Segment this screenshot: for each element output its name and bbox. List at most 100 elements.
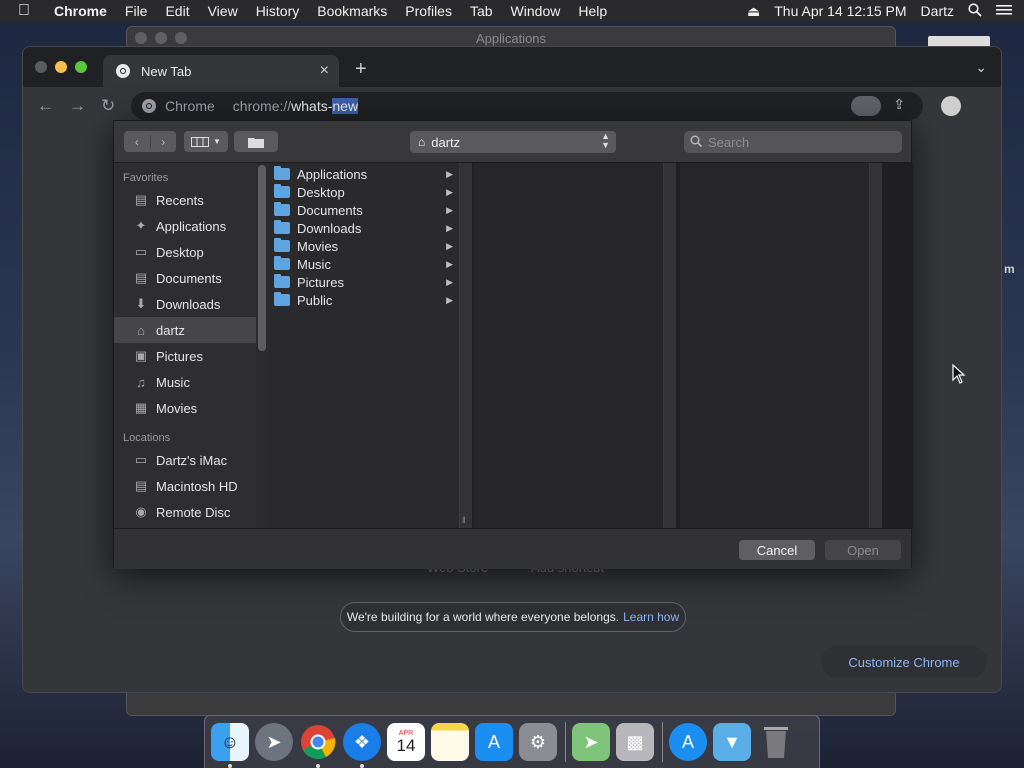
sidebar-item-documents[interactable]: ▤ Documents xyxy=(114,265,256,291)
app-store-icon[interactable]: A xyxy=(475,723,513,761)
maximize-window-button[interactable] xyxy=(75,61,87,73)
calendar-icon[interactable]: APR 14 xyxy=(387,723,425,761)
tab-strip: New Tab × + ⌄ xyxy=(23,47,1001,87)
sidebar-item-label: Remote Disc xyxy=(156,504,231,520)
sidebar-item-remote-disc[interactable]: ◉ Remote Disc xyxy=(114,499,256,525)
sidebar-item-music[interactable]: ♫ Music xyxy=(114,369,256,395)
new-folder-button[interactable] xyxy=(234,131,278,152)
sidebar-item-imac[interactable]: ▭ Dartz's iMac xyxy=(114,447,256,473)
dock: ☺ ➤ ❖ APR 14 A ⚙ ➤ ▩ A ▼ xyxy=(204,715,820,768)
sidebar-item-recents[interactable]: ▤ Recents xyxy=(114,187,256,213)
sidebar-item-applications[interactable]: ✦ Applications xyxy=(114,213,256,239)
column-resize-handle[interactable] xyxy=(870,163,882,528)
chrome-site-icon xyxy=(142,99,156,113)
spotlight-icon[interactable] xyxy=(968,2,982,20)
column-browser: Applications ▶ Desktop ▶ Documents ▶ Downlo… xyxy=(270,163,913,528)
column-resize-handle[interactable] xyxy=(460,163,472,528)
sidebar-item-dartz[interactable]: ⌂ dartz xyxy=(114,317,256,343)
new-tab-button[interactable]: + xyxy=(355,58,367,81)
disclosure-arrow-icon: ▶ xyxy=(446,204,453,215)
downloads-folder-icon[interactable]: ▼ xyxy=(713,723,751,761)
disc-icon: ◉ xyxy=(135,504,147,519)
learn-how-link[interactable]: Learn how xyxy=(623,610,679,624)
sidebar-item-movies[interactable]: ▦ Movies xyxy=(114,395,256,421)
apple-menu-icon[interactable]:  xyxy=(18,2,38,20)
dialog-search-field[interactable] xyxy=(684,131,902,153)
sidebar-item-macintosh-hd[interactable]: ▤ Macintosh HD xyxy=(114,473,256,499)
menu-tab[interactable]: Tab xyxy=(470,3,493,19)
file-row-downloads[interactable]: Downloads ▶ xyxy=(270,219,459,237)
reload-icon[interactable]: ↻ xyxy=(101,96,115,116)
sidebar-item-downloads[interactable]: ⬇ Downloads xyxy=(114,291,256,317)
tab-new-tab[interactable]: New Tab × xyxy=(103,55,339,87)
menu-window[interactable]: Window xyxy=(511,3,561,19)
sidebar-item-pictures[interactable]: ▣ Pictures xyxy=(114,343,256,369)
tab-title: New Tab xyxy=(141,63,192,79)
safari-icon[interactable]: ❖ xyxy=(343,723,381,768)
dialog-back-chevron-icon[interactable]: ‹ xyxy=(124,134,151,149)
open-file-dialog: ‹ › ▼ ⌂ dartz ▲▼ Favorites ▤ Recents ✦ App… xyxy=(113,120,913,569)
app-store-folder-icon[interactable]: A xyxy=(669,723,707,761)
menubar-user[interactable]: Dartz xyxy=(921,3,954,19)
omnibox-url-scheme: chrome:// xyxy=(232,98,292,114)
file-row-movies[interactable]: Movies ▶ xyxy=(270,237,459,255)
share-icon[interactable]: ⇪ xyxy=(893,96,905,113)
menu-edit[interactable]: Edit xyxy=(165,3,189,19)
menu-history[interactable]: History xyxy=(256,3,300,19)
close-tab-icon[interactable]: × xyxy=(320,62,329,80)
system-preferences-icon[interactable]: ⚙ xyxy=(519,723,557,761)
menu-help[interactable]: Help xyxy=(578,3,607,19)
dialog-toolbar: ‹ › ▼ ⌂ dartz ▲ ▼ xyxy=(114,121,911,163)
inclusion-notice: We're building for a world where everyon… xyxy=(340,602,686,632)
view-mode-button[interactable]: ▼ xyxy=(184,131,228,152)
trash-icon[interactable] xyxy=(757,723,795,761)
menu-file[interactable]: File xyxy=(125,3,148,19)
cancel-button[interactable]: Cancel xyxy=(739,540,815,560)
search-input[interactable] xyxy=(708,134,878,150)
music-icon: ♫ xyxy=(136,374,146,390)
sidebar-item-label: Desktop xyxy=(156,244,204,260)
notes-icon[interactable] xyxy=(431,723,469,761)
file-label: Movies xyxy=(297,238,339,254)
omnibox[interactable]: Chrome chrome://whats-new ⇪ xyxy=(131,92,923,120)
installer-icon[interactable]: ▩ xyxy=(616,723,654,761)
forward-arrow-icon[interactable]: → xyxy=(69,96,86,116)
menu-app-name[interactable]: Chrome xyxy=(54,3,107,19)
window-controls xyxy=(35,61,87,73)
minimize-window-button[interactable] xyxy=(55,61,67,73)
control-center-icon[interactable] xyxy=(996,3,1012,19)
customize-chrome-button[interactable]: Customize Chrome xyxy=(821,646,987,678)
tab-search-chevron-icon[interactable]: ⌄ xyxy=(975,59,987,76)
desktop-text-fragment: m xyxy=(1004,262,1015,276)
launchpad-icon[interactable]: ➤ xyxy=(255,723,293,761)
eject-icon[interactable]: ⏏ xyxy=(747,3,760,20)
file-row-pictures[interactable]: Pictures ▶ xyxy=(270,273,459,291)
sidebar-scrollbar[interactable] xyxy=(258,165,266,351)
file-label: Downloads xyxy=(297,220,362,236)
file-row-applications[interactable]: Applications ▶ xyxy=(270,165,459,183)
omnibox-url-host: whats- xyxy=(291,98,333,114)
menu-bookmarks[interactable]: Bookmarks xyxy=(317,3,387,19)
open-button[interactable]: Open xyxy=(825,540,901,560)
chrome-icon[interactable] xyxy=(299,723,337,768)
maps-icon[interactable]: ➤ xyxy=(572,723,610,761)
back-forward-segment: ‹ › xyxy=(124,131,176,152)
finder-icon[interactable]: ☺ xyxy=(211,723,249,768)
file-row-music[interactable]: Music ▶ xyxy=(270,255,459,273)
menu-profiles[interactable]: Profiles xyxy=(405,3,452,19)
resize-grip-icon[interactable]: ‖ xyxy=(462,515,466,525)
menubar-clock[interactable]: Thu Apr 14 12:15 PM xyxy=(774,3,906,19)
location-popup[interactable]: ⌂ dartz ▲ ▼ xyxy=(410,131,616,153)
file-row-desktop[interactable]: Desktop ▶ xyxy=(270,183,459,201)
movies-icon: ▦ xyxy=(134,400,148,415)
file-row-documents[interactable]: Documents ▶ xyxy=(270,201,459,219)
sidebar-item-desktop[interactable]: ▭ Desktop xyxy=(114,239,256,265)
column-resize-handle[interactable] xyxy=(664,163,676,528)
back-arrow-icon[interactable]: ← xyxy=(37,96,54,116)
omnibox-toggle-pill[interactable] xyxy=(851,96,881,116)
file-row-public[interactable]: Public ▶ xyxy=(270,291,459,309)
dialog-forward-chevron-icon[interactable]: › xyxy=(151,135,177,149)
close-window-button[interactable] xyxy=(35,61,47,73)
profile-avatar-icon[interactable] xyxy=(941,96,961,116)
menu-view[interactable]: View xyxy=(208,3,238,19)
